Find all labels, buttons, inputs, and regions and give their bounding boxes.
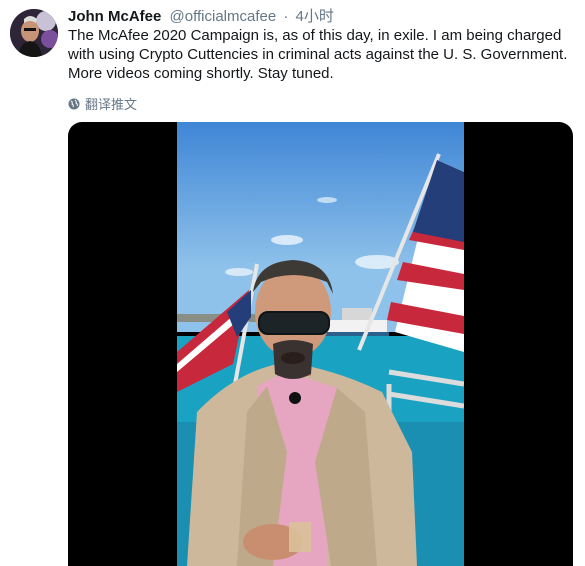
author-name[interactable]: John McAfee xyxy=(68,8,161,25)
tweet[interactable]: John McAfee @officialmcafee · 4小时 The Mc… xyxy=(0,0,585,566)
avatar-image xyxy=(10,9,58,57)
avatar[interactable] xyxy=(10,9,58,57)
author-handle[interactable]: @officialmcafee xyxy=(170,8,277,25)
translate-tweet-link[interactable]: 翻译推文 xyxy=(68,94,137,113)
tweet-header: John McAfee @officialmcafee · 4小时 xyxy=(68,8,575,26)
tweet-text: The McAfee 2020 Campaign is, as of this … xyxy=(68,27,568,82)
separator-dot: · xyxy=(283,8,289,25)
tweet-timestamp[interactable]: 4小时 xyxy=(296,8,334,25)
video-thumbnail xyxy=(177,122,464,566)
translate-label: 翻译推文 xyxy=(85,97,138,112)
video-player[interactable] xyxy=(68,122,573,566)
globe-icon xyxy=(68,98,80,109)
